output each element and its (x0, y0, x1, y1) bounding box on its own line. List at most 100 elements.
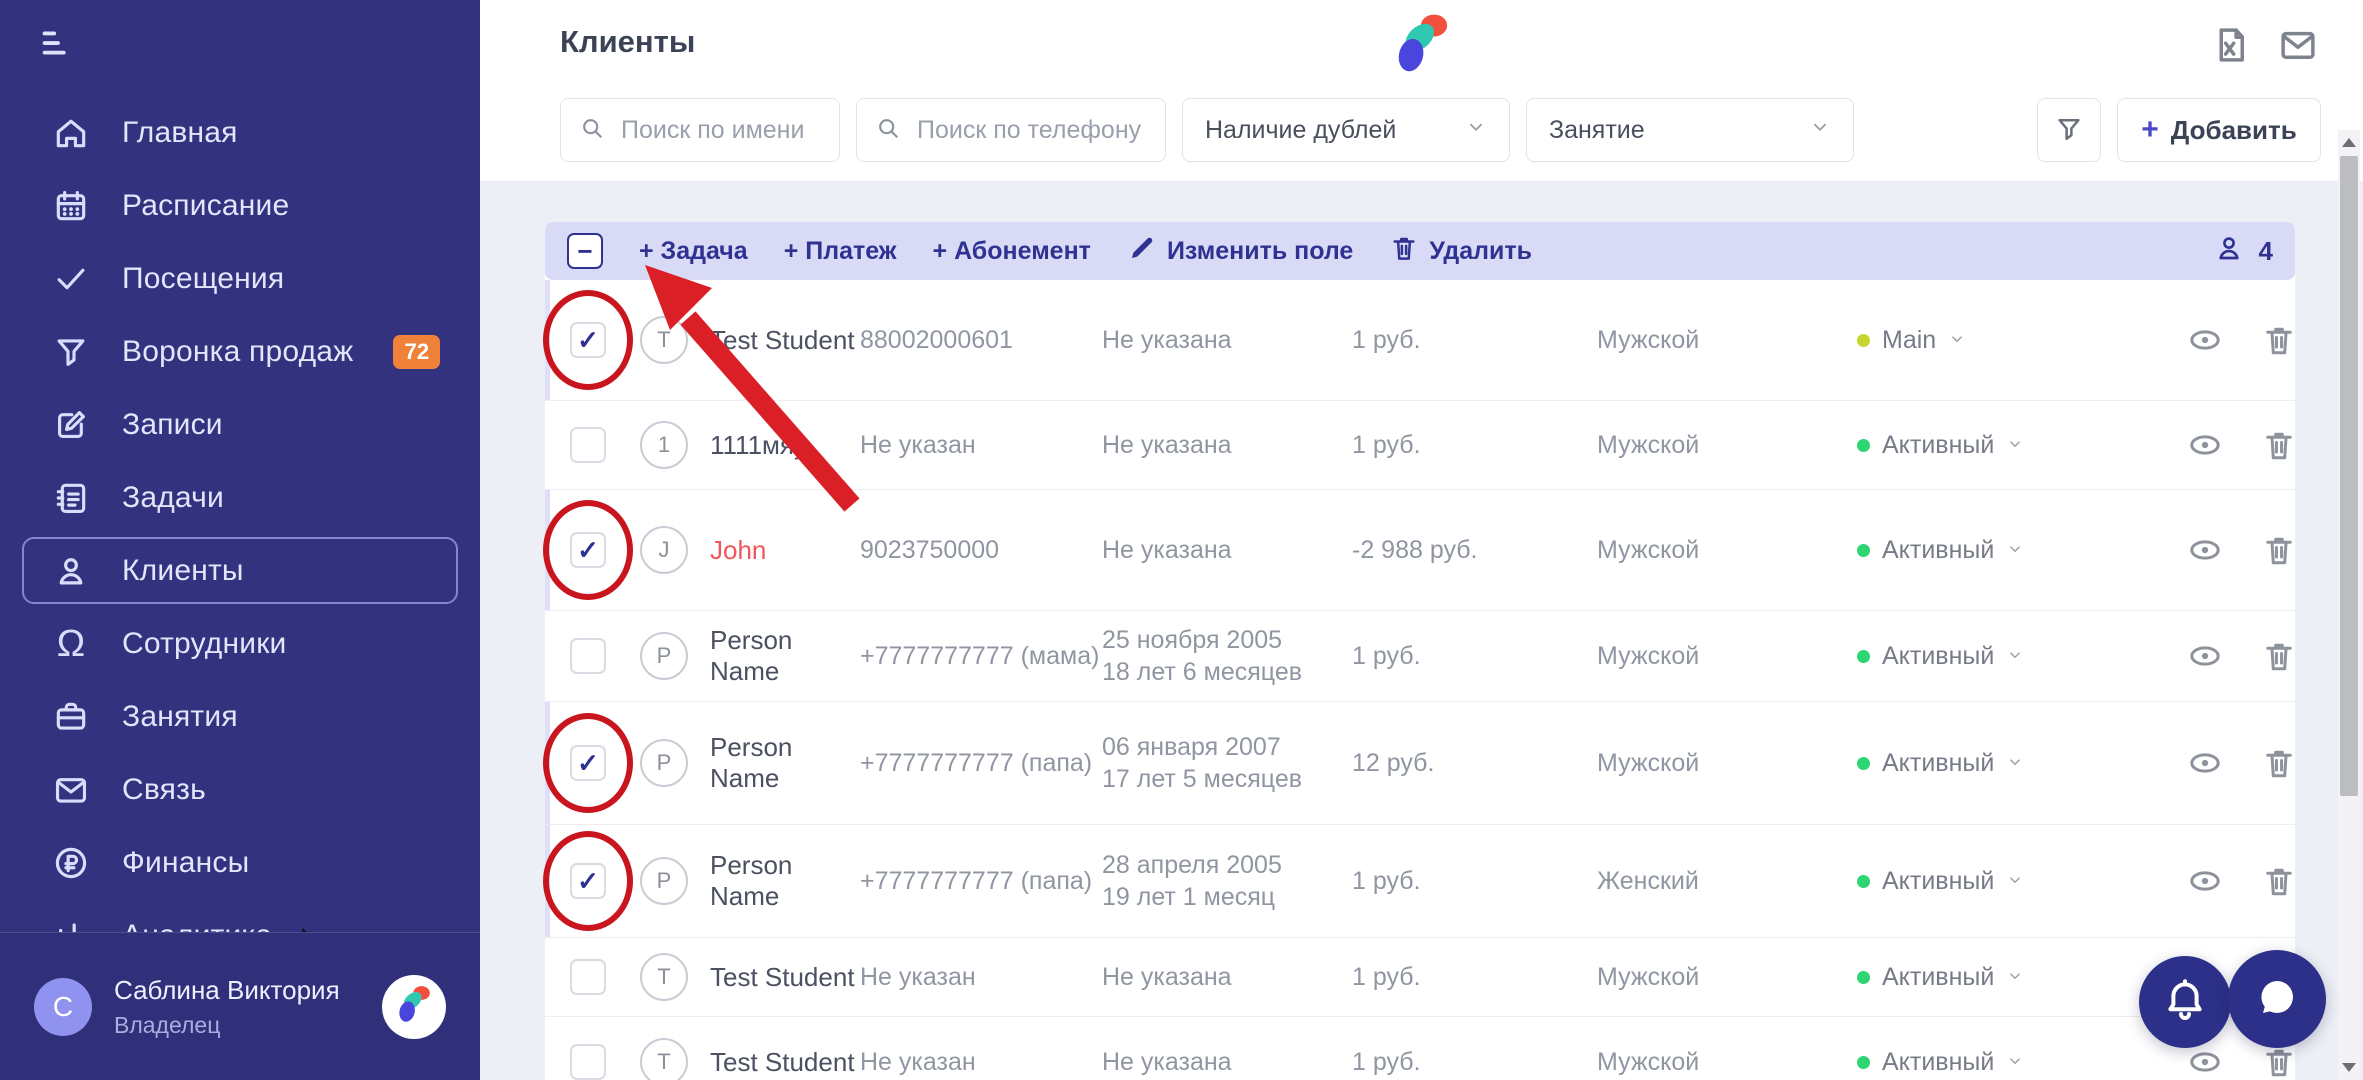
client-gender: Мужской (1597, 535, 1700, 564)
select-all-checkbox[interactable]: − (567, 233, 603, 269)
row-checkbox[interactable] (570, 1044, 606, 1080)
activity-dropdown[interactable]: Занятие (1526, 98, 1854, 162)
table-rows: ✓ T Test Student 88002000601 Не указана … (543, 280, 2297, 1080)
status-dot (1857, 1055, 1870, 1069)
sidebar-item-visits[interactable]: Посещения (22, 245, 458, 312)
delete-client-icon[interactable] (2261, 745, 2297, 781)
status-dropdown[interactable]: Активный (1857, 431, 2187, 460)
client-name[interactable]: 1111мяу (710, 430, 860, 461)
row-checkbox[interactable]: ✓ (570, 863, 606, 899)
delete-button[interactable]: Удалить (1389, 233, 1532, 270)
row-checkbox[interactable] (570, 638, 606, 674)
client-birthdate: Не указана (1102, 1047, 1232, 1076)
client-name[interactable]: Person Name (710, 625, 860, 687)
search-icon (875, 115, 901, 146)
row-checkbox[interactable] (570, 959, 606, 995)
row-checkbox[interactable]: ✓ (570, 532, 606, 568)
row-checkbox[interactable]: ✓ (570, 322, 606, 358)
delete-client-icon[interactable] (2261, 322, 2297, 358)
client-birthdate: 28 апреля 2005 19 лет 1 месяц (1102, 850, 1282, 912)
sidebar-item-finance[interactable]: Финансы (22, 829, 458, 896)
brand-logo (1387, 8, 1457, 83)
delete-client-icon[interactable] (2261, 1044, 2297, 1080)
add-client-button[interactable]: + Добавить (2117, 98, 2321, 162)
edit-icon (50, 404, 92, 446)
client-name[interactable]: John (710, 535, 860, 566)
sidebar-item-label: Расписание (122, 188, 290, 222)
pencil-icon (1127, 233, 1157, 270)
user-info[interactable]: Саблина Виктория Владелец (114, 975, 382, 1039)
person-icon (2213, 232, 2245, 271)
user-avatar[interactable]: С (34, 977, 92, 1036)
scroll-up-arrow[interactable] (2342, 138, 2356, 147)
mail-icon[interactable] (2277, 24, 2319, 66)
sidebar-item-lessons[interactable]: Занятия (22, 683, 458, 750)
trash-icon (1389, 233, 1419, 270)
table-row: T Test Student Не указан Не указана 1 ру… (545, 938, 2295, 1017)
sidebar-item-communication[interactable]: Связь (22, 756, 458, 823)
chevron-down-icon (2006, 642, 2024, 671)
scrollbar-thumb[interactable] (2340, 156, 2358, 796)
client-phone: Не указан (860, 430, 976, 459)
sidebar-item-tasks[interactable]: Задачи (22, 464, 458, 531)
sidebar-item-label: Главная (122, 115, 238, 149)
scrollbar (2338, 130, 2360, 1080)
sidebar-toggle-button[interactable] (30, 18, 86, 74)
view-client-icon[interactable] (2187, 532, 2223, 568)
duplicates-dropdown-label: Наличие дублей (1205, 115, 1397, 144)
view-client-icon[interactable] (2187, 745, 2223, 781)
delete-client-icon[interactable] (2261, 863, 2297, 899)
sidebar-item-records[interactable]: Записи (22, 391, 458, 458)
filter-button[interactable] (2037, 98, 2101, 162)
status-dropdown[interactable]: Активный (1857, 536, 2187, 565)
client-name[interactable]: Test Student (710, 1047, 860, 1078)
row-checkbox[interactable]: ✓ (570, 745, 606, 781)
edit-field-button[interactable]: Изменить поле (1127, 233, 1353, 270)
sidebar-item-funnel[interactable]: Воронка продаж 72 (22, 318, 458, 385)
client-gender: Женский (1597, 866, 1699, 895)
sidebar-item-label: Сотрудники (122, 626, 287, 660)
status-dropdown[interactable]: Активный (1857, 867, 2187, 896)
view-client-icon[interactable] (2187, 863, 2223, 899)
client-phone: 9023750000 (860, 535, 1000, 564)
notifications-button[interactable] (2139, 956, 2231, 1048)
sidebar-item-staff[interactable]: Ω Сотрудники (22, 610, 458, 677)
client-name[interactable]: Test Student (710, 962, 860, 993)
search-by-phone-input[interactable] (915, 114, 1147, 146)
row-checkbox[interactable] (570, 427, 606, 463)
sidebar-item-home[interactable]: Главная (22, 99, 458, 166)
view-client-icon[interactable] (2187, 322, 2223, 358)
table-row: P Person Name +7777777777 (мама) 25 нояб… (545, 611, 2295, 702)
search-by-phone-field[interactable] (856, 98, 1166, 162)
content-area: − + Задача + Платеж + Абонемент Изменить… (480, 182, 2363, 1080)
status-dropdown[interactable]: Активный (1857, 963, 2187, 992)
client-name[interactable]: Test Student (710, 325, 860, 356)
client-name[interactable]: Person Name (710, 732, 860, 794)
delete-client-icon[interactable] (2261, 532, 2297, 568)
add-subscription-button[interactable]: + Абонемент (933, 237, 1091, 266)
delete-client-icon[interactable] (2261, 638, 2297, 674)
search-by-name-input[interactable] (619, 114, 821, 146)
view-client-icon[interactable] (2187, 638, 2223, 674)
brand-logo-icon (392, 982, 436, 1031)
add-task-button[interactable]: + Задача (639, 237, 748, 266)
status-dropdown[interactable]: Активный (1857, 749, 2187, 778)
export-excel-icon[interactable] (2209, 24, 2251, 66)
status-dropdown[interactable]: Активный (1857, 1048, 2187, 1077)
chat-button[interactable] (2228, 950, 2326, 1048)
delete-client-icon[interactable] (2261, 427, 2297, 463)
duplicates-dropdown[interactable]: Наличие дублей (1182, 98, 1510, 162)
view-client-icon[interactable] (2187, 427, 2223, 463)
add-payment-button[interactable]: + Платеж (784, 237, 897, 266)
client-name[interactable]: Person Name (710, 850, 860, 912)
chevron-down-icon (1465, 116, 1487, 145)
sidebar-item-schedule[interactable]: Расписание (22, 172, 458, 239)
view-client-icon[interactable] (2187, 1044, 2223, 1080)
scroll-down-arrow[interactable] (2342, 1063, 2356, 1072)
client-balance: 1 руб. (1352, 1047, 1421, 1076)
status-dropdown[interactable]: Main (1857, 326, 2187, 355)
status-label: Активный (1882, 748, 1995, 777)
sidebar-item-clients[interactable]: Клиенты (22, 537, 458, 604)
status-dropdown[interactable]: Активный (1857, 642, 2187, 671)
search-by-name-field[interactable] (560, 98, 840, 162)
